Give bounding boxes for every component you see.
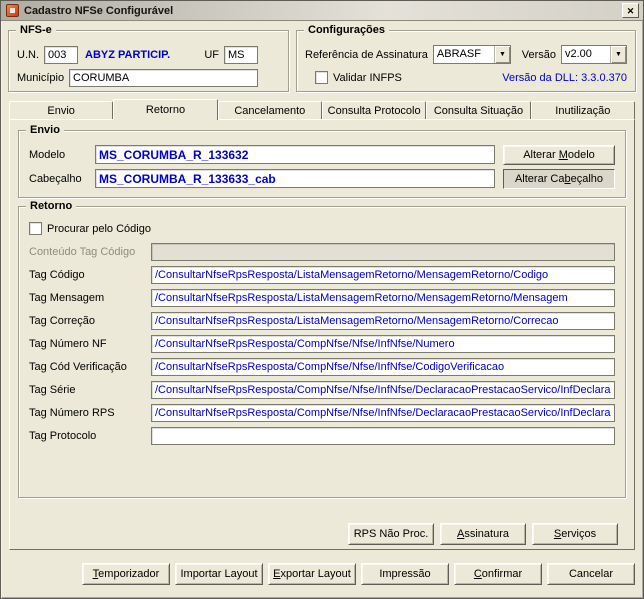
nfse-row-2: Município [9, 67, 288, 88]
tag-cod-verificacao-field[interactable] [151, 357, 615, 376]
dialog-window: Cadastro NFSe Configurável ✕ NFS-e U.N. … [0, 0, 644, 599]
assinatura-button[interactable]: Assinatura [440, 523, 526, 545]
tag-codigo-field[interactable] [151, 265, 615, 284]
cabecalho-label: Cabeçalho [29, 172, 82, 185]
cabecalho-row: Cabeçalho Alterar Cabeçalho [19, 168, 625, 189]
bottom-button-bar: Temporizador Importar Layout Exportar La… [1, 550, 643, 598]
tag-serie-label: Tag Série [29, 383, 76, 396]
retorno-groupbox: Retorno Procurar pelo Código Conteúdo Ta… [18, 200, 626, 498]
tag-numero-rps-field[interactable] [151, 403, 615, 422]
validar-infps-checkbox[interactable] [315, 71, 328, 84]
tag-correcao-field[interactable] [151, 311, 615, 330]
temporizador-button[interactable]: Temporizador [82, 563, 170, 585]
alterar-cabecalho-button[interactable]: Alterar Cabeçalho [503, 168, 615, 189]
envio-groupbox: Envio Modelo Alterar Modelo Cabeçalho Al… [18, 124, 626, 198]
tag-mensagem-field[interactable] [151, 288, 615, 307]
tab-consulta-situacao[interactable]: Consulta Situação [426, 101, 531, 119]
nfse-group-title: NFS-e [16, 24, 56, 36]
tag-numero-nf-field[interactable] [151, 334, 615, 353]
versao-label: Versão [521, 48, 556, 61]
versao-select[interactable]: v2.00 ▼ [561, 45, 627, 64]
tab-cancelamento[interactable]: Cancelamento [217, 101, 322, 119]
cancelar-button[interactable]: Cancelar [547, 563, 635, 585]
tab-consulta-protocolo[interactable]: Consulta Protocolo [321, 101, 427, 119]
tab-bar: Envio Retorno Cancelamento Consulta Prot… [1, 98, 643, 120]
rps-nao-proc-button[interactable]: RPS Não Proc. [348, 523, 434, 545]
modelo-field[interactable] [95, 145, 495, 164]
municipio-field[interactable] [69, 68, 258, 87]
tag-serie-field[interactable] [151, 380, 615, 399]
tag-row: Tag Série [19, 378, 625, 401]
chevron-down-icon[interactable]: ▼ [493, 46, 510, 63]
chevron-down-icon[interactable]: ▼ [610, 46, 626, 63]
uf-field[interactable] [224, 45, 258, 64]
tag-correcao-label: Tag Correção [29, 314, 96, 327]
impressao-button[interactable]: Impressão [361, 563, 449, 585]
tab-page-retorno: Envio Modelo Alterar Modelo Cabeçalho Al… [9, 119, 635, 550]
tag-row: Conteúdo Tag Código [19, 240, 625, 263]
confirmar-button[interactable]: Confirmar [454, 563, 542, 585]
conteudo-tag-codigo-field [151, 242, 615, 261]
servicos-button[interactable]: Serviços [532, 523, 618, 545]
validar-infps-label: Validar INFPS [333, 71, 402, 84]
tag-numero-rps-label: Tag Número RPS [29, 406, 115, 419]
tag-row: Tag Mensagem [19, 286, 625, 309]
tag-codigo-label: Tag Código [29, 268, 85, 281]
exportar-layout-button[interactable]: Exportar Layout [268, 563, 356, 585]
alterar-modelo-button[interactable]: Alterar Modelo [503, 144, 615, 165]
title-bar: Cadastro NFSe Configurável ✕ [1, 1, 643, 21]
tag-protocolo-field[interactable] [151, 426, 615, 445]
conteudo-tag-codigo-label: Conteúdo Tag Código [29, 245, 136, 258]
cabecalho-field[interactable] [95, 169, 495, 188]
referencia-assinatura-select[interactable]: ABRASF ▼ [432, 45, 511, 64]
envio-group-title: Envio [26, 124, 64, 136]
municipio-label: Município [17, 71, 65, 84]
tag-row: Tag Número NF [19, 332, 625, 355]
tag-row: Tag Número RPS [19, 401, 625, 424]
importar-layout-button[interactable]: Importar Layout [175, 563, 263, 585]
procurar-codigo-row: Procurar pelo Código [19, 220, 625, 240]
close-button[interactable]: ✕ [622, 3, 639, 18]
config-row-1: Referência de Assinatura ABRASF ▼ Versão… [297, 44, 635, 65]
nfse-groupbox: NFS-e U.N. ABYZ PARTICIP. UF Município [8, 24, 289, 92]
uf-label: UF [204, 48, 219, 61]
tag-protocolo-label: Tag Protocolo [29, 429, 97, 442]
dll-version-text: Versão da DLL: 3.3.0.370 [502, 71, 627, 84]
config-row-2: Validar INFPS Versão da DLL: 3.3.0.370 [297, 67, 635, 88]
tag-row: Tag Correção [19, 309, 625, 332]
header-panels: NFS-e U.N. ABYZ PARTICIP. UF Município C… [1, 21, 643, 98]
window-title: Cadastro NFSe Configurável [24, 4, 174, 17]
modelo-label: Modelo [29, 148, 66, 161]
tag-mensagem-label: Tag Mensagem [29, 291, 105, 304]
tab-envio[interactable]: Envio [9, 101, 114, 119]
versao-value: v2.00 [565, 48, 592, 60]
app-icon [6, 4, 19, 17]
un-field[interactable] [44, 45, 78, 64]
tag-numero-nf-label: Tag Número NF [29, 337, 107, 350]
tab-inutilizacao[interactable]: Inutilização [530, 101, 635, 119]
config-group-title: Configurações [304, 24, 390, 36]
retorno-group-title: Retorno [26, 200, 77, 212]
referencia-assinatura-label: Referência de Assinatura [305, 48, 428, 61]
tab-retorno[interactable]: Retorno [113, 99, 218, 120]
config-groupbox: Configurações Referência de Assinatura A… [296, 24, 636, 92]
participante-text: ABYZ PARTICIP. [85, 48, 171, 61]
modelo-row: Modelo Alterar Modelo [19, 144, 625, 165]
tag-row: Tag Cód Verificação [19, 355, 625, 378]
procurar-codigo-label: Procurar pelo Código [47, 222, 151, 235]
tag-row: Tag Código [19, 263, 625, 286]
nfse-row-1: U.N. ABYZ PARTICIP. UF [9, 44, 288, 65]
page-button-row: RPS Não Proc. Assinatura Serviços [26, 523, 618, 545]
tag-row: Tag Protocolo [19, 424, 625, 447]
tag-cod-verificacao-label: Tag Cód Verificação [29, 360, 127, 373]
un-label: U.N. [17, 48, 39, 61]
procurar-codigo-checkbox[interactable] [29, 222, 42, 235]
referencia-assinatura-value: ABRASF [436, 48, 481, 60]
